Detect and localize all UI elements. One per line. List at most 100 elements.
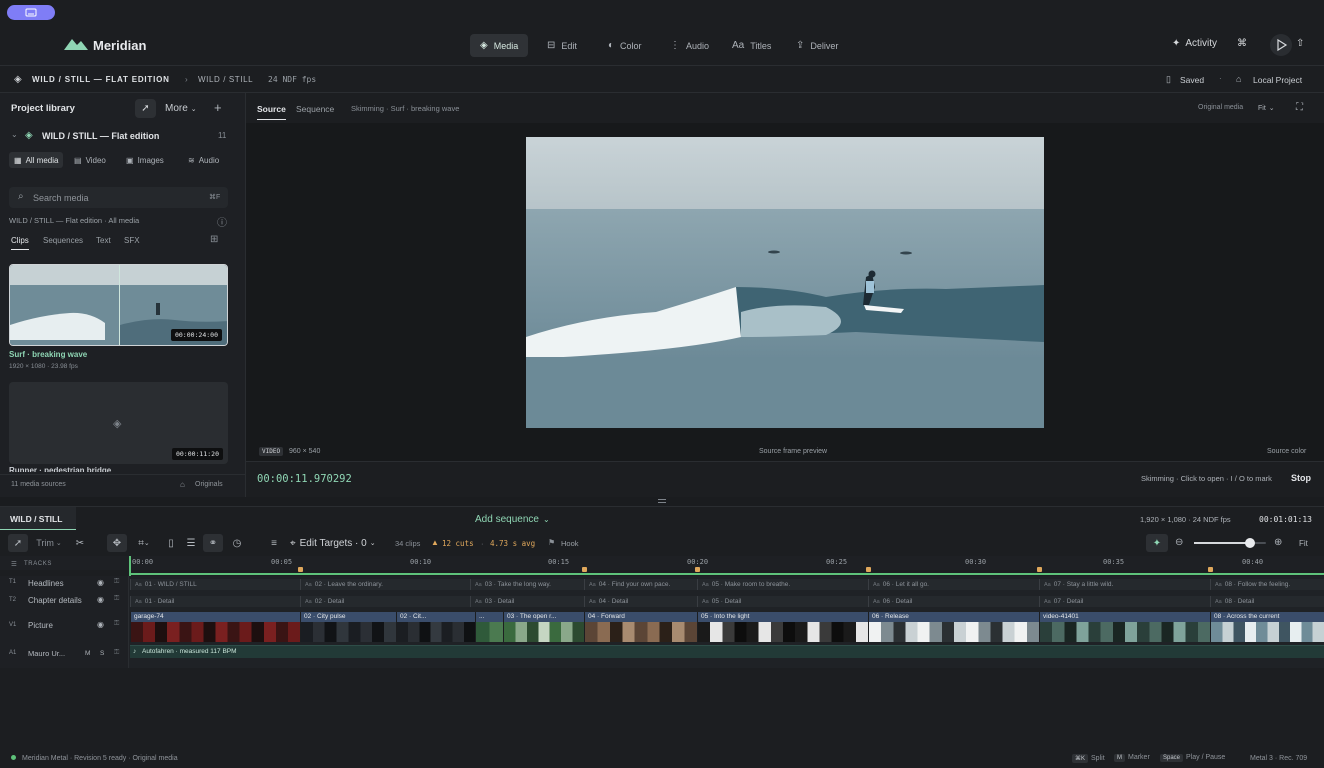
activity-button[interactable]: ✦ Activity bbox=[1172, 38, 1217, 49]
eye-icon[interactable]: ◉ bbox=[97, 620, 104, 629]
title-clip[interactable]: Aa 02 · Leave the ordinary. bbox=[300, 579, 470, 590]
trim-dropdown[interactable]: Trim ⌄ bbox=[34, 534, 64, 552]
tab-sequences[interactable]: Sequences bbox=[43, 236, 83, 245]
video-clip[interactable]: 02 · City pulse bbox=[300, 612, 396, 642]
lock-icon[interactable]: ⚿ bbox=[114, 620, 119, 628]
zoom-slider-handle[interactable] bbox=[1245, 538, 1256, 548]
mute-button[interactable]: M bbox=[85, 650, 90, 657]
settings-sliders-button[interactable]: ≡ bbox=[266, 534, 282, 552]
lock-icon[interactable]: ⚿ bbox=[114, 595, 119, 603]
title-clip[interactable]: Aa 07 · Stay a little wild. bbox=[1039, 579, 1210, 590]
help-icon[interactable]: ⓘ bbox=[217, 214, 227, 229]
timeline-marker[interactable] bbox=[1037, 567, 1042, 572]
tab-sfx[interactable]: SFX bbox=[124, 236, 140, 245]
originals-label[interactable]: Originals bbox=[195, 481, 223, 488]
play-preview-button[interactable] bbox=[1270, 34, 1292, 56]
tab-edit[interactable]: ⊟ Edit bbox=[537, 34, 587, 57]
video-clip[interactable]: 08 · Across the current bbox=[1210, 612, 1324, 642]
blade-tool-button[interactable]: ✂ bbox=[71, 534, 89, 552]
title-clip[interactable]: Aa 03 · Detail bbox=[470, 596, 584, 607]
original-media-label[interactable]: Original media bbox=[1198, 104, 1243, 111]
timeline-marker[interactable] bbox=[866, 567, 871, 572]
media-tab-audio[interactable]: ≋ Audio bbox=[183, 152, 224, 168]
media-tab-video[interactable]: ▤ Video bbox=[69, 152, 111, 168]
lock-icon[interactable]: ⚿ bbox=[114, 649, 119, 657]
snap-button[interactable]: ✦ bbox=[1146, 534, 1168, 552]
title-clip[interactable]: Aa 04 · Find your own pace. bbox=[584, 579, 697, 590]
hook-toggle[interactable]: Hook bbox=[561, 539, 579, 548]
solo-button[interactable]: S bbox=[100, 650, 104, 657]
search-input[interactable]: ⌕ Search media ⌘F bbox=[9, 187, 228, 208]
command-icon[interactable]: ⌘ bbox=[1237, 38, 1247, 49]
title-clip[interactable]: Aa 05 · Make room to breathe. bbox=[697, 579, 868, 590]
clip-thumbnail-surf[interactable]: 00:00:24:00 bbox=[9, 264, 228, 346]
title-clip[interactable]: Aa 01 · Detail bbox=[130, 596, 300, 607]
link-button[interactable]: ⚭ bbox=[203, 534, 223, 552]
fit-timeline-button[interactable]: Fit bbox=[1299, 539, 1308, 548]
video-clip[interactable]: 05 · Into the light bbox=[697, 612, 868, 642]
video-clip[interactable]: 03 · The open r... bbox=[503, 612, 584, 642]
tab-sequence[interactable]: Sequence bbox=[296, 104, 334, 114]
bookmark-button[interactable]: ▯ bbox=[163, 534, 179, 552]
title-clip[interactable]: Aa 06 · Detail bbox=[868, 596, 1039, 607]
eye-icon[interactable]: ◉ bbox=[97, 595, 104, 604]
title-clip[interactable]: Aa 05 · Detail bbox=[697, 596, 868, 607]
video-clip[interactable]: ... bbox=[475, 612, 503, 642]
clip-name[interactable]: Runner · pedestrian bridge bbox=[9, 466, 111, 472]
fit-dropdown[interactable]: Fit ⌄ bbox=[1258, 104, 1275, 112]
panel-splitter[interactable] bbox=[0, 497, 1324, 506]
video-clip[interactable]: 02 · Cit... bbox=[396, 612, 475, 642]
title-clip[interactable]: Aa 06 · Let it all go. bbox=[868, 579, 1039, 590]
add-icon[interactable]: + bbox=[214, 100, 222, 115]
move-tool-button[interactable]: ✥ bbox=[107, 534, 127, 552]
tab-color[interactable]: ◐ Color bbox=[598, 34, 652, 57]
list-button[interactable]: ☰ bbox=[183, 534, 199, 552]
project-name[interactable]: WILD / STILL — Flat edition bbox=[42, 131, 159, 141]
pointer-tool-button[interactable]: ➚ bbox=[135, 99, 156, 118]
select-tool-button[interactable]: ➚ bbox=[8, 534, 28, 552]
title-clip[interactable]: Aa 07 · Detail bbox=[1039, 596, 1210, 607]
share-icon[interactable]: ⇧ bbox=[1296, 38, 1304, 49]
timeline-marker[interactable] bbox=[298, 567, 303, 572]
zoom-out-icon[interactable]: ⊖ bbox=[1175, 537, 1183, 548]
title-clip[interactable]: Aa 08 · Detail bbox=[1210, 596, 1324, 607]
timeline-tab[interactable]: WILD / STILL bbox=[0, 507, 76, 530]
timeline-marker[interactable] bbox=[1208, 567, 1213, 572]
source-color-label[interactable]: Source color bbox=[1267, 448, 1306, 455]
clip-thumbnail-runner[interactable]: ◈ 00:00:11:20 bbox=[9, 382, 228, 464]
chevron-down-icon[interactable]: ⌄ bbox=[11, 130, 18, 139]
tab-clips[interactable]: Clips bbox=[11, 236, 29, 250]
video-clip[interactable]: 06 · Release bbox=[868, 612, 1039, 642]
source-frame[interactable] bbox=[526, 137, 1044, 428]
crop-tool-button[interactable]: ⌗ ⌄ bbox=[132, 534, 156, 552]
media-tab-images[interactable]: ▣ Images bbox=[121, 152, 169, 168]
title-clip[interactable]: Aa 01 · WILD / STILL bbox=[130, 579, 300, 590]
tab-audio[interactable]: ⋮ Audio bbox=[660, 34, 719, 57]
fullscreen-icon[interactable]: ⛶ bbox=[1296, 102, 1303, 113]
window-button[interactable] bbox=[7, 5, 55, 20]
tab-text[interactable]: Text bbox=[96, 236, 111, 245]
title-clip[interactable]: Aa 02 · Detail bbox=[300, 596, 470, 607]
clip-name[interactable]: Surf · breaking wave bbox=[9, 350, 87, 359]
stop-button[interactable]: Stop bbox=[1291, 473, 1311, 483]
breadcrumb-project[interactable]: WILD / STILL — FLAT EDITION bbox=[32, 75, 170, 84]
zoom-slider[interactable] bbox=[1194, 538, 1266, 548]
tab-deliver[interactable]: ⇪ Deliver bbox=[786, 34, 848, 57]
media-tab-all[interactable]: ▦ All media bbox=[9, 152, 64, 168]
zoom-in-icon[interactable]: ⊕ bbox=[1274, 537, 1282, 548]
title-clip[interactable]: Aa 04 · Detail bbox=[584, 596, 697, 607]
drag-handle-icon[interactable] bbox=[658, 499, 666, 503]
more-menu[interactable]: More ⌄ bbox=[165, 103, 197, 114]
tab-titles[interactable]: Aa Titles bbox=[722, 34, 781, 57]
timeline-ruler[interactable]: 00:00 00:05 00:10 00:15 00:20 00:25 00:3… bbox=[129, 556, 1324, 570]
timeline-marker[interactable] bbox=[695, 567, 700, 572]
video-clip[interactable]: video-41401 bbox=[1039, 612, 1210, 642]
title-clip[interactable]: Aa 08 · Follow the feeling. bbox=[1210, 579, 1324, 590]
tab-source[interactable]: Source bbox=[257, 104, 286, 120]
audio-clip[interactable]: ♪ Autofahren · measured 117 BPM bbox=[130, 645, 1324, 658]
project-location[interactable]: Local Project bbox=[1253, 75, 1302, 85]
breadcrumb-sequence[interactable]: WILD / STILL bbox=[198, 75, 253, 84]
timeline-marker[interactable] bbox=[582, 567, 587, 572]
lock-icon[interactable]: ⚿ bbox=[114, 578, 119, 586]
add-sequence-dropdown[interactable]: Add sequence ⌄ bbox=[475, 514, 550, 525]
